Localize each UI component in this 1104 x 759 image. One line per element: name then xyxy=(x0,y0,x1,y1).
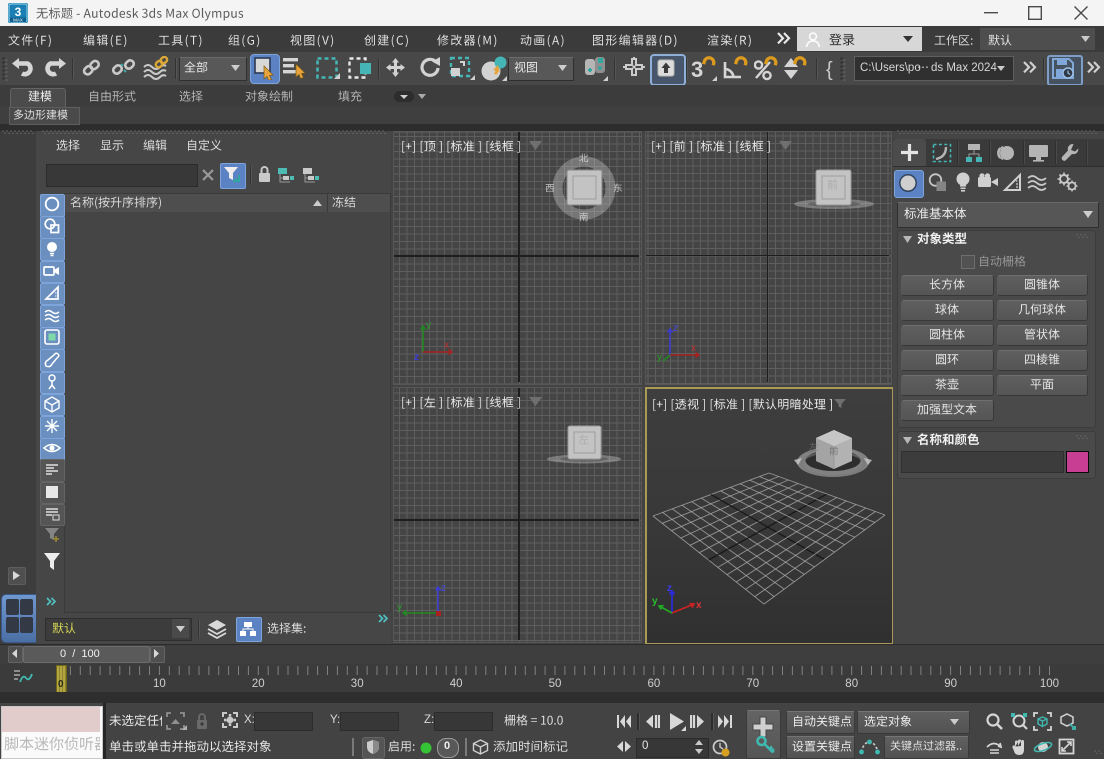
svg-text:MAX: MAX xyxy=(13,18,23,23)
svg-text:z: z xyxy=(414,352,419,363)
svg-text:{: { xyxy=(826,59,833,81)
svg-text:y: y xyxy=(397,602,402,613)
svg-text:z: z xyxy=(667,583,672,594)
svg-text:x: x xyxy=(696,600,702,611)
svg-text:y: y xyxy=(657,352,662,363)
svg-text:y: y xyxy=(426,320,431,331)
svg-text:z: z xyxy=(673,323,678,334)
svg-text:x: x xyxy=(444,340,449,351)
svg-text:z: z xyxy=(441,583,446,594)
svg-text:3: 3 xyxy=(691,57,703,82)
svg-text:x: x xyxy=(691,343,696,354)
svg-text:y: y xyxy=(652,596,658,607)
